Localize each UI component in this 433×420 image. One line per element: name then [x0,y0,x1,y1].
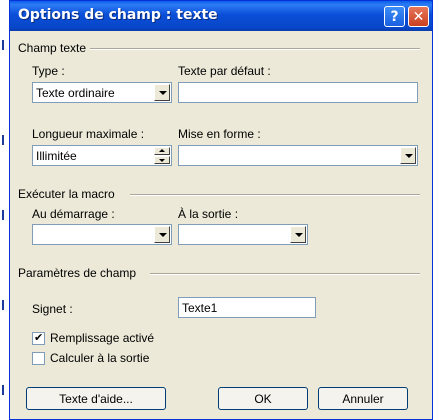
bookmark-input[interactable]: Texte1 [178,297,316,318]
type-dropdown[interactable]: Texte ordinaire [32,82,172,103]
format-label: Mise en forme : [178,127,261,141]
on-entry-dropdown[interactable] [32,224,172,245]
dialog-title: Options de champ : texte [18,7,218,23]
help-text-button[interactable]: Texte d'aide... [26,387,166,410]
section-macro-title: Exécuter la macro [18,187,115,201]
close-icon[interactable]: ✕ [408,6,429,27]
default-text-input[interactable] [178,82,418,103]
calc-on-exit-label[interactable]: Calculer à la sortie [50,351,149,365]
spin-down-icon[interactable] [154,156,170,164]
spin-up-icon[interactable] [154,147,170,155]
max-length-spinner[interactable]: Illimitée [32,145,172,166]
section-divider [90,48,420,50]
left-document-strip [0,0,9,420]
format-dropdown[interactable] [178,145,418,166]
default-text-label: Texte par défaut : [178,64,271,78]
fill-enabled-label[interactable]: Remplissage activé [50,331,154,345]
title-bar[interactable]: Options de champ : texte ? ✕ [10,1,432,31]
cancel-button[interactable]: Annuler [318,387,408,410]
max-length-value: Illimitée [36,149,77,163]
bookmark-label: Signet : [32,302,73,316]
chevron-down-icon[interactable] [154,226,170,243]
calc-on-exit-checkbox[interactable] [32,352,45,365]
ok-button[interactable]: OK [218,387,308,410]
type-dropdown-value: Texte ordinaire [36,86,115,100]
max-length-label: Longueur maximale : [32,127,145,141]
section-params-title: Paramètres de champ [18,266,137,280]
fill-enabled-checkbox[interactable] [32,331,45,345]
help-icon[interactable]: ? [384,6,405,27]
on-exit-label: À la sortie : [178,207,239,221]
field-options-dialog: Options de champ : texte ? ✕ Champ texte… [9,0,433,420]
on-exit-dropdown[interactable] [178,224,308,245]
bookmark-value: Texte1 [182,301,218,315]
strip-mark [2,210,4,220]
type-label: Type : [32,64,65,78]
strip-mark [2,385,4,395]
section-divider [130,194,420,196]
chevron-down-icon[interactable] [290,226,306,243]
section-champ-texte-title: Champ texte [18,41,87,55]
chevron-down-icon[interactable] [154,84,170,101]
strip-mark [2,40,4,50]
spinner-control[interactable] [154,147,170,164]
section-divider [150,273,420,275]
chevron-down-icon[interactable] [400,147,416,164]
strip-mark [2,300,4,310]
on-entry-label: Au démarrage : [32,207,115,221]
strip-mark [2,135,4,145]
